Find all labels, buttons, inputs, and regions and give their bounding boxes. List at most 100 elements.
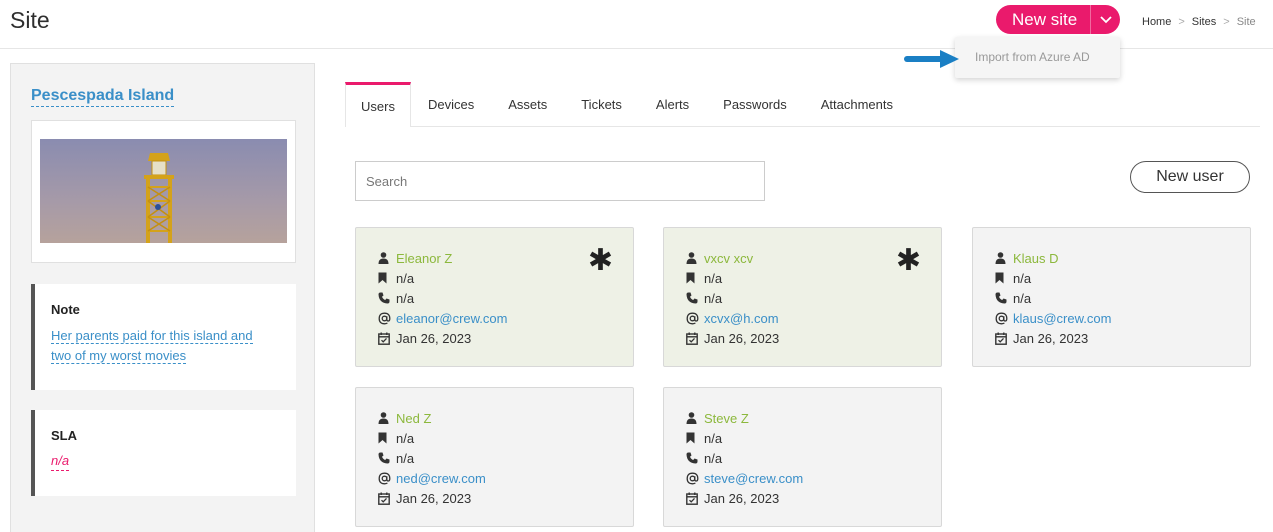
tab-passwords[interactable]: Passwords — [706, 82, 804, 126]
user-card-row: n/a — [378, 268, 414, 288]
user-email-link[interactable]: steve@crew.com — [704, 471, 803, 486]
user-role: n/a — [1013, 270, 1032, 286]
tab-tickets[interactable]: Tickets — [564, 82, 639, 126]
phone-icon — [995, 292, 1013, 304]
user-card-row: n/a — [378, 448, 414, 468]
user-name-link[interactable]: Ned Z — [396, 411, 431, 426]
tab-alerts[interactable]: Alerts — [639, 82, 706, 126]
site-sidebar: Pescespada Island Note Her parents paid … — [10, 63, 315, 532]
bookmark-icon — [378, 432, 396, 444]
note-title: Note — [51, 302, 80, 317]
breadcrumb-separator: > — [1223, 16, 1230, 28]
user-card-row: xcvx@h.com — [686, 308, 779, 328]
calendar-icon — [686, 332, 704, 345]
note-text-line[interactable]: Her parents paid for this island and — [51, 328, 253, 344]
user-name-link[interactable]: vxcv xcv — [704, 251, 753, 266]
user-card-row: Steve Z — [686, 408, 749, 428]
tab-devices[interactable]: Devices — [411, 82, 491, 126]
phone-icon — [686, 452, 704, 464]
user-card[interactable]: Eleanor Z n/a n/a eleanor@crew.com Jan 26, 2… — [355, 227, 634, 367]
at-icon — [995, 312, 1013, 325]
user-phone: n/a — [1013, 290, 1032, 306]
new-user-button[interactable]: New user — [1130, 161, 1250, 193]
bookmark-icon — [378, 272, 396, 284]
user-card[interactable]: Steve Z n/a n/a steve@crew.com Jan 26, 2023 — [663, 387, 942, 527]
tab-assets[interactable]: Assets — [491, 82, 564, 126]
sla-value[interactable]: n/a — [51, 452, 70, 471]
user-card-row: Jan 26, 2023 — [995, 328, 1088, 348]
at-icon — [686, 472, 704, 485]
user-role: n/a — [704, 430, 723, 446]
user-card-row: klaus@crew.com — [995, 308, 1111, 328]
user-icon — [995, 252, 1013, 264]
user-phone: n/a — [704, 450, 723, 466]
note-text[interactable]: Her parents paid for this island and two… — [51, 326, 266, 366]
sla-title: SLA — [51, 428, 77, 443]
user-card-row: n/a — [995, 268, 1031, 288]
site-photo-card — [31, 120, 296, 263]
user-card-row: n/a — [378, 288, 414, 308]
user-card[interactable]: Klaus D n/a n/a klaus@crew.com Jan 26, 2023 — [972, 227, 1251, 367]
user-card-row: eleanor@crew.com — [378, 308, 507, 328]
user-phone: n/a — [396, 290, 415, 306]
site-tabs: Users Devices Assets Tickets Alerts Pass… — [345, 82, 1260, 127]
user-card-row: ned@crew.com — [378, 468, 486, 488]
user-email-link[interactable]: xcvx@h.com — [704, 311, 779, 326]
new-site-split-button[interactable]: New site — [996, 5, 1120, 34]
user-icon — [686, 252, 704, 264]
breadcrumb-home[interactable]: Home — [1142, 16, 1171, 28]
asterisk-icon: ✱ — [587, 244, 613, 277]
user-date: Jan 26, 2023 — [704, 490, 780, 506]
at-icon — [378, 312, 396, 325]
user-role: n/a — [396, 270, 415, 286]
breadcrumb-current: Site — [1236, 16, 1256, 28]
site-photo — [40, 139, 287, 243]
user-card-row: Jan 26, 2023 — [686, 488, 779, 508]
calendar-icon — [995, 332, 1013, 345]
user-card-row: n/a — [686, 428, 722, 448]
user-name-link[interactable]: Eleanor Z — [396, 251, 452, 266]
user-name-link[interactable]: Steve Z — [704, 411, 749, 426]
user-name-link[interactable]: Klaus D — [1013, 251, 1059, 266]
site-name-link[interactable]: Pescespada Island — [31, 86, 175, 107]
breadcrumb-sites[interactable]: Sites — [1192, 16, 1216, 28]
new-site-button[interactable]: New site — [996, 10, 1090, 30]
user-email-link[interactable]: ned@crew.com — [396, 471, 486, 486]
user-card-row: n/a — [686, 288, 722, 308]
user-card-row: Jan 26, 2023 — [378, 328, 471, 348]
user-email-link[interactable]: eleanor@crew.com — [396, 311, 507, 326]
user-card-row: Klaus D — [995, 248, 1059, 268]
user-card-row: vxcv xcv — [686, 248, 753, 268]
calendar-icon — [378, 332, 396, 345]
user-role: n/a — [704, 270, 723, 286]
phone-icon — [686, 292, 704, 304]
user-icon — [686, 412, 704, 424]
import-azure-ad-menu-item[interactable]: Import from Azure AD — [975, 50, 1090, 64]
bookmark-icon — [686, 432, 704, 444]
chevron-down-icon[interactable] — [1091, 5, 1120, 34]
user-card-row: Eleanor Z — [378, 248, 452, 268]
user-card[interactable]: vxcv xcv n/a n/a xcvx@h.com Jan 26, 2023 ✱ — [663, 227, 942, 367]
bookmark-icon — [995, 272, 1013, 284]
user-icon — [378, 412, 396, 424]
sla-card: SLA n/a — [31, 410, 296, 496]
user-phone: n/a — [704, 290, 723, 306]
user-card[interactable]: Ned Z n/a n/a ned@crew.com Jan 26, 2023 — [355, 387, 634, 527]
tab-attachments[interactable]: Attachments — [804, 82, 910, 126]
user-card-row: n/a — [995, 288, 1031, 308]
tab-users[interactable]: Users — [345, 82, 411, 127]
user-date: Jan 26, 2023 — [1013, 330, 1089, 346]
at-icon — [378, 472, 396, 485]
calendar-icon — [686, 492, 704, 505]
at-icon — [686, 312, 704, 325]
note-card: Note Her parents paid for this island an… — [31, 284, 296, 390]
user-email-link[interactable]: klaus@crew.com — [1013, 311, 1111, 326]
calendar-icon — [378, 492, 396, 505]
page-title: Site — [10, 7, 50, 33]
note-text-line[interactable]: two of my worst movies — [51, 348, 187, 364]
user-card-row: Jan 26, 2023 — [686, 328, 779, 348]
user-icon — [378, 252, 396, 264]
phone-icon — [378, 292, 396, 304]
search-input[interactable] — [355, 161, 765, 201]
user-card-row: Ned Z — [378, 408, 431, 428]
